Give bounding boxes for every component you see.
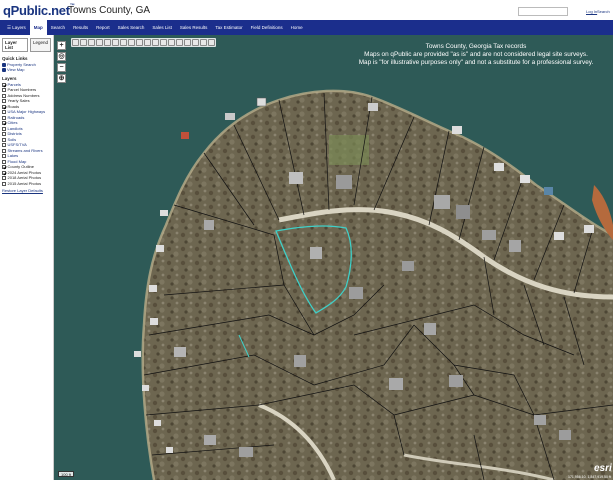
draw-point-icon[interactable] xyxy=(96,39,103,46)
nav-search[interactable]: Search xyxy=(47,20,69,35)
layer-checkbox[interactable] xyxy=(2,143,6,148)
locate-icon[interactable]: ⊕ xyxy=(57,74,66,83)
layer-list: Parcels Parcel Numbers Address Numbers Year… xyxy=(2,82,51,187)
login-link[interactable]: Log In xyxy=(586,9,597,14)
pan-tool-icon[interactable] xyxy=(88,39,95,46)
layer-checkbox[interactable] xyxy=(2,137,6,142)
esri-attribution: esri xyxy=(594,463,612,474)
layer-checkbox[interactable] xyxy=(2,88,6,93)
nav-report[interactable]: Report xyxy=(92,20,114,35)
nav-results[interactable]: Results xyxy=(69,20,92,35)
text-tool-icon[interactable] xyxy=(128,39,135,46)
layer-checkbox[interactable] xyxy=(2,176,6,181)
layer-checkbox[interactable] xyxy=(2,82,6,87)
nav-sales-search[interactable]: Sales Search xyxy=(114,20,149,35)
nav-sales-results[interactable]: Sales Results xyxy=(176,20,212,35)
layer-checkbox[interactable] xyxy=(2,170,6,175)
county-title: Towns County, GA xyxy=(68,5,151,16)
layer-checkbox[interactable] xyxy=(2,93,6,98)
disclaimer-line: Towns County, Georgia Tax records xyxy=(425,43,527,50)
draw-line-icon[interactable] xyxy=(104,39,111,46)
bookmark-icon[interactable] xyxy=(168,39,175,46)
qpublic-logo[interactable]: qPublic.net™ xyxy=(3,3,75,18)
quick-link-view-map[interactable]: View Map xyxy=(2,67,51,72)
zoom-controls: + ◎ − ⊕ xyxy=(57,41,66,83)
search-icon xyxy=(2,62,6,67)
map-toolbar xyxy=(71,38,216,47)
print-icon[interactable] xyxy=(152,39,159,46)
layer-checkbox[interactable] xyxy=(2,115,6,120)
layer-checkbox[interactable] xyxy=(2,110,6,115)
settings-icon[interactable] xyxy=(208,39,215,46)
map-icon xyxy=(2,68,6,73)
restore-layer-defaults-link[interactable]: Restore Layer Defaults xyxy=(2,188,51,193)
layer-checkbox[interactable] xyxy=(2,132,6,137)
aerial-map[interactable] xyxy=(54,35,613,480)
map-view[interactable]: + ◎ − ⊕ Towns County, Georgia Tax record… xyxy=(54,35,613,480)
draw-polygon-icon[interactable] xyxy=(112,39,119,46)
layer-checkbox[interactable] xyxy=(2,154,6,159)
layers-title: Layers xyxy=(2,75,17,81)
layer-2015-aerial-photos[interactable]: 2015 Aerial Photos xyxy=(2,181,51,187)
layer-checkbox[interactable] xyxy=(2,165,6,170)
layer-checkbox[interactable] xyxy=(2,159,6,164)
zoom-box-icon[interactable] xyxy=(176,39,183,46)
layer-checkbox[interactable] xyxy=(2,148,6,153)
tab-layer-list[interactable]: Layer List xyxy=(2,38,28,52)
map-disclaimer: Towns County, Georgia Tax records Maps o… xyxy=(336,43,613,67)
nav-sales-list[interactable]: Sales List xyxy=(148,20,176,35)
disclaimer-line: Map is "for illustrative purposes only" … xyxy=(358,59,594,66)
map-coordinates: 171,956.10, 1,847,919.50 ft xyxy=(568,475,611,479)
layer-checkbox[interactable] xyxy=(2,126,6,131)
layer-checkbox[interactable] xyxy=(2,181,6,186)
quick-links-title: Quick Links xyxy=(2,56,28,61)
header: qPublic.net™ Towns County, GA Log In Sea… xyxy=(0,0,613,20)
sidebar-tabs: Layer List Legend xyxy=(2,38,51,52)
zoom-in-button[interactable]: + xyxy=(57,41,66,50)
nav-tax-estimator[interactable]: Tax Estimator xyxy=(211,20,246,35)
layer-checkbox[interactable] xyxy=(2,121,6,126)
nav-layers[interactable]: ☰ Layers xyxy=(3,20,30,35)
main-nav: ☰ Layers Map Search Results Report Sales Sear… xyxy=(0,20,613,35)
header-search-link[interactable]: Search xyxy=(597,9,610,14)
clear-icon[interactable] xyxy=(144,39,151,46)
nav-home[interactable]: Home xyxy=(287,20,307,35)
buffer-tool-icon[interactable] xyxy=(136,39,143,46)
layer-checkbox[interactable] xyxy=(2,104,6,109)
previous-extent-icon[interactable] xyxy=(192,39,199,46)
header-search-input[interactable] xyxy=(518,7,568,16)
measure-icon[interactable] xyxy=(120,39,127,46)
zoom-out-button[interactable]: − xyxy=(57,63,66,72)
select-tool-icon[interactable] xyxy=(72,39,79,46)
nav-map[interactable]: Map xyxy=(29,20,47,35)
full-extent-icon[interactable] xyxy=(184,39,191,46)
disclaimer-line: Maps on qPublic are provided "as is" and… xyxy=(364,51,588,58)
next-extent-icon[interactable] xyxy=(200,39,207,46)
export-icon[interactable] xyxy=(160,39,167,46)
layer-checkbox[interactable] xyxy=(2,99,6,104)
sidebar: Layer List Legend Quick Links Property S… xyxy=(0,35,54,480)
nav-field-definitions[interactable]: Field Definitions xyxy=(247,20,287,35)
layer-label: 2015 Aerial Photos xyxy=(7,180,42,186)
tab-legend[interactable]: Legend xyxy=(29,38,51,52)
globe-icon[interactable]: ◎ xyxy=(57,52,66,61)
identify-tool-icon[interactable] xyxy=(80,39,87,46)
scale-bar: 100 ft xyxy=(58,471,75,477)
